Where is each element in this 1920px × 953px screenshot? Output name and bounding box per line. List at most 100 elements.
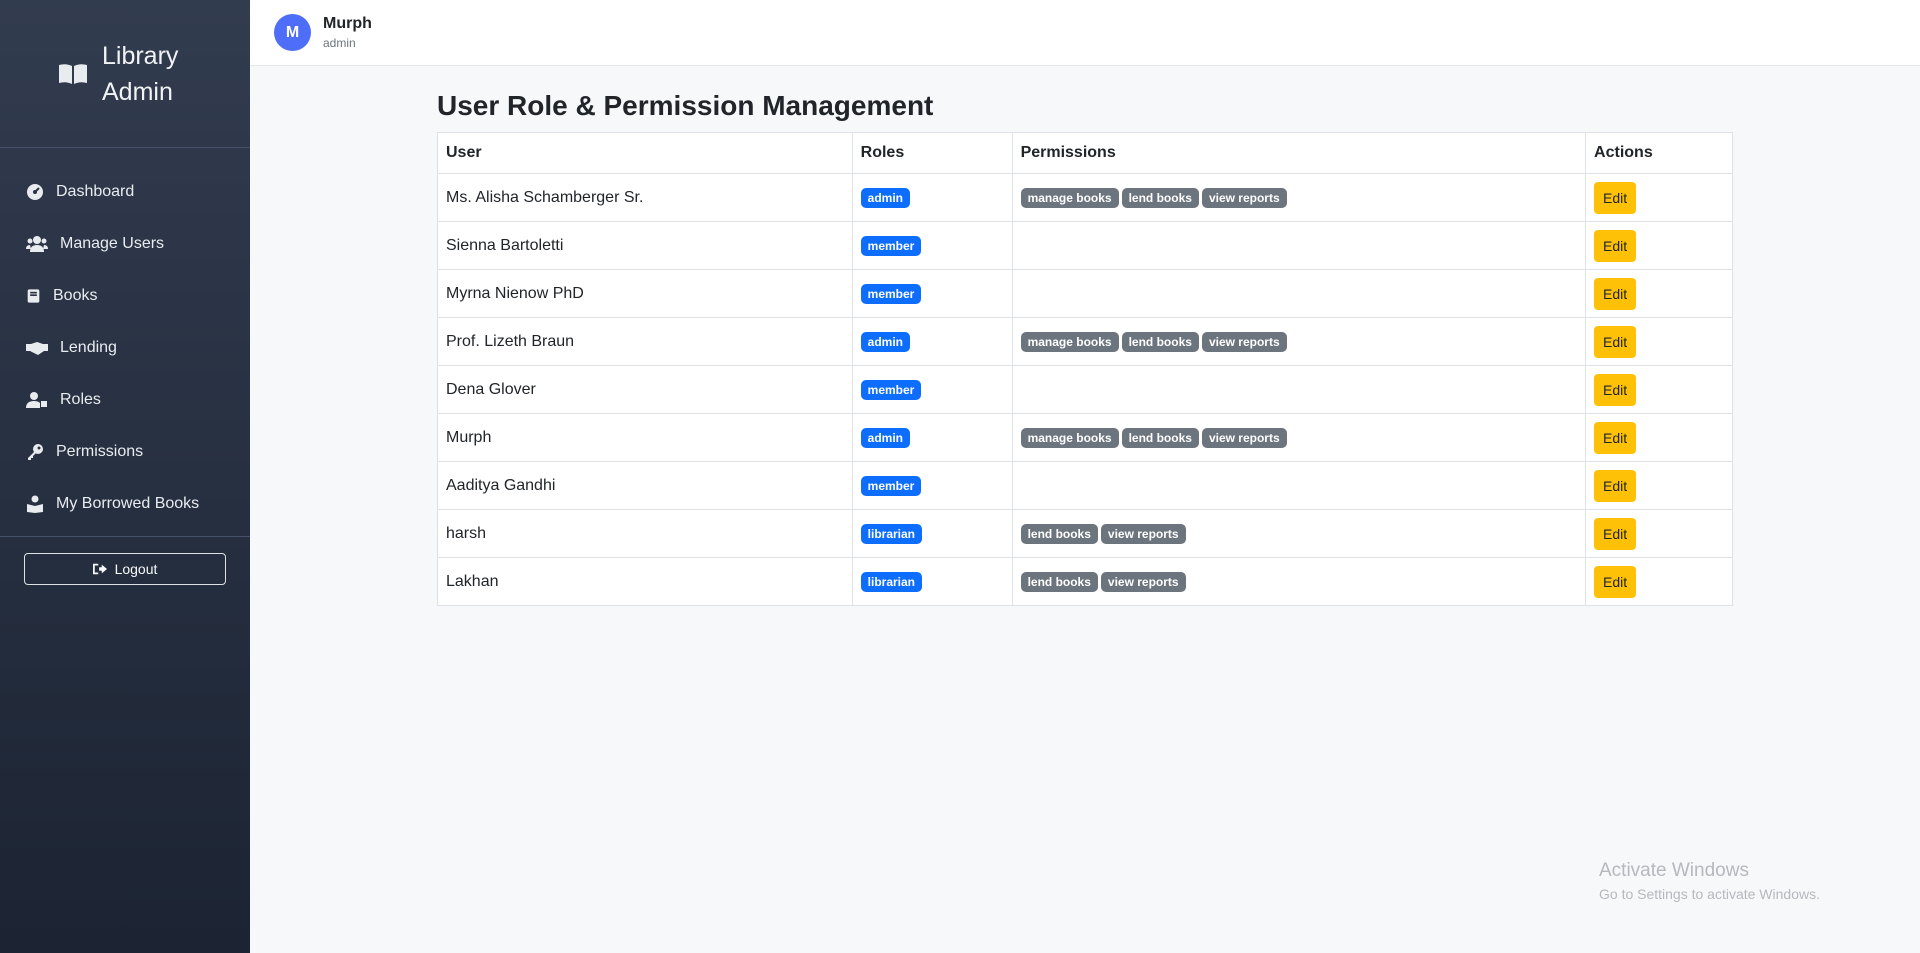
actions-cell: Edit [1585,221,1733,270]
role-badge: admin [860,187,910,208]
edit-button[interactable]: Edit [1594,181,1637,214]
actions-cell: Edit [1585,269,1733,318]
permissions-cell [1011,221,1587,270]
edit-button[interactable]: Edit [1594,421,1637,454]
sidebar-item-permissions[interactable]: Permissions [0,426,250,478]
table-row: Sienna Bartoletti member Edit [437,221,1733,270]
permission-badge: view reports [1100,571,1186,592]
permission-badge: view reports [1201,427,1287,448]
sidebar-item-label: Roles [60,391,101,408]
roles-cell: librarian [851,509,1013,558]
permissions-cell: manage books lend books view reports [1011,173,1587,222]
edit-button[interactable]: Edit [1594,277,1637,310]
roles-cell: member [851,269,1013,318]
sidebar-item-my-borrowed-books[interactable]: My Borrowed Books [0,478,250,530]
sign-out-icon [92,563,107,575]
user-name: Murph [323,15,372,32]
user-tag-icon [26,392,47,408]
top-bar: M Murph admin [250,0,1920,66]
sidebar-item-label: Permissions [56,443,144,460]
sidebar-item-label: Dashboard [56,183,135,200]
table-row: Prof. Lizeth Braun admin manage books lend … [437,317,1733,366]
role-badge: librarian [860,523,923,544]
role-badge: admin [860,331,910,352]
user-name-cell: Sienna Bartoletti [437,221,853,270]
role-badge: librarian [860,571,923,592]
sidebar-item-manage-users[interactable]: Manage Users [0,218,250,270]
actions-cell: Edit [1585,461,1733,510]
roles-cell: librarian [851,557,1013,606]
user-name-cell: Murph [437,413,853,462]
table-row: Myrna Nienow PhD member Edit [437,269,1733,318]
permission-badge: manage books [1020,187,1119,208]
permission-badge: view reports [1201,331,1287,352]
sidebar-item-books[interactable]: Books [0,270,250,322]
sidebar-item-label: Manage Users [60,235,165,252]
avatar[interactable]: M [274,14,311,51]
table-row: harsh librarian lend books view reports Edit [437,509,1733,558]
user-name-cell: Ms. Alisha Schamberger Sr. [437,173,853,222]
sidebar: Library Admin Dashboard Manage Users Boo… [0,0,250,953]
book-icon [27,289,40,303]
permissions-cell [1011,269,1587,318]
edit-button[interactable]: Edit [1594,565,1637,598]
column-header-roles: Roles [851,132,1013,174]
roles-cell: member [851,461,1013,510]
actions-cell: Edit [1585,557,1733,606]
roles-cell: member [851,221,1013,270]
permission-badge: view reports [1201,187,1287,208]
brand-title: Library Admin [102,41,179,106]
sidebar-item-label: Books [53,287,98,304]
watermark-title: Activate Windows [1599,860,1749,881]
table-row: Lakhan librarian lend books view reports Edi… [437,557,1733,606]
role-badge: member [860,475,922,496]
edit-button[interactable]: Edit [1594,517,1637,550]
permission-badge: lend books [1020,523,1098,544]
dashboard-icon [27,184,43,200]
user-name-cell: Dena Glover [437,365,853,414]
permission-badge: manage books [1020,331,1119,352]
users-icon [26,236,48,252]
permission-badge: lend books [1121,187,1199,208]
handshake-icon [26,342,48,355]
sidebar-item-dashboard[interactable]: Dashboard [0,166,250,218]
main-content: User Role & Permission Management User R… [437,90,1733,606]
permissions-cell: manage books lend books view reports [1011,413,1587,462]
permissions-cell: lend books view reports [1011,557,1587,606]
sidebar-item-lending[interactable]: Lending [0,322,250,374]
permission-badge: lend books [1121,331,1199,352]
permissions-cell: manage books lend books view reports [1011,317,1587,366]
user-name-cell: Prof. Lizeth Braun [437,317,853,366]
sidebar-item-roles[interactable]: Roles [0,374,250,426]
brand[interactable]: Library Admin [0,0,250,148]
table-body: Ms. Alisha Schamberger Sr. admin manage bo… [437,173,1733,606]
user-role: admin [323,36,356,50]
actions-cell: Edit [1585,509,1733,558]
permission-badge: lend books [1121,427,1199,448]
actions-cell: Edit [1585,317,1733,366]
edit-button[interactable]: Edit [1594,373,1637,406]
sidebar-nav: Dashboard Manage Users Books Lending Rol… [0,148,250,530]
table-row: Dena Glover member Edit [437,365,1733,414]
logout-label: Logout [114,561,158,577]
watermark-subtitle: Go to Settings to activate Windows. [1599,886,1820,902]
edit-button[interactable]: Edit [1594,325,1637,358]
role-badge: member [860,235,922,256]
permission-badge: manage books [1020,427,1119,448]
roles-cell: admin [851,173,1013,222]
sidebar-divider [0,536,250,537]
role-badge: member [860,283,922,304]
permissions-cell: lend books view reports [1011,509,1587,558]
table-row: Ms. Alisha Schamberger Sr. admin manage bo… [437,173,1733,222]
edit-button[interactable]: Edit [1594,229,1637,262]
user-name-cell: Aaditya Gandhi [437,461,853,510]
actions-cell: Edit [1585,365,1733,414]
actions-cell: Edit [1585,413,1733,462]
key-icon [28,444,43,460]
permission-badge: view reports [1100,523,1186,544]
actions-cell: Edit [1585,173,1733,222]
edit-button[interactable]: Edit [1594,469,1637,502]
logout-button[interactable]: Logout [24,553,226,585]
roles-cell: member [851,365,1013,414]
column-header-actions: Actions [1585,132,1733,174]
